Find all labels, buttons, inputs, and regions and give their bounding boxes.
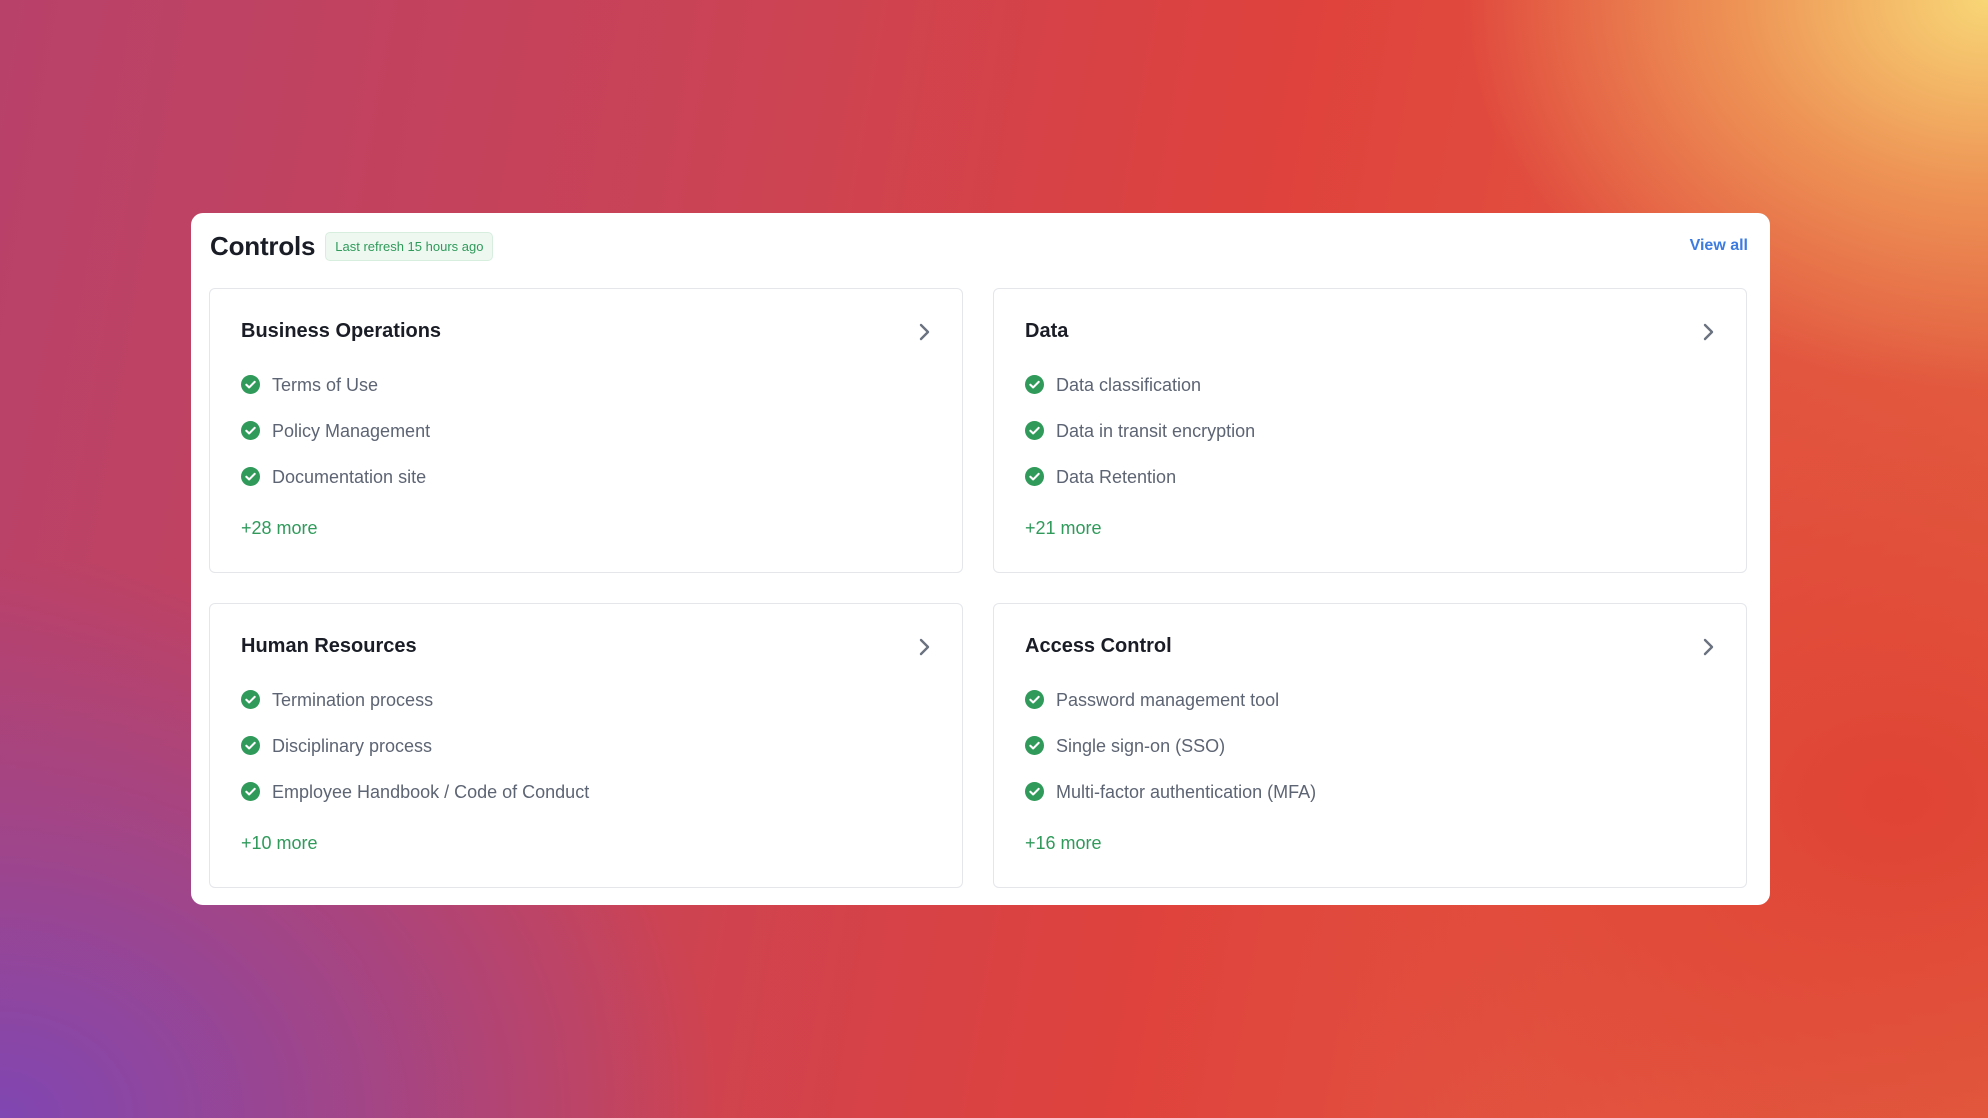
check-circle-icon <box>241 467 260 486</box>
check-circle-icon <box>1025 782 1044 801</box>
list-item-label: Data in transit encryption <box>1056 421 1256 441</box>
check-circle-icon <box>241 690 260 709</box>
list-item: Employee Handbook / Code of Conduct <box>241 781 589 827</box>
list-item-label: Single sign-on (SSO) <box>1056 736 1226 756</box>
list-item-label: Documentation site <box>272 467 427 487</box>
control-card-business-operations[interactable]: Business Operations Terms of Use Policy … <box>209 288 963 573</box>
list-item-label: Termination process <box>272 690 434 710</box>
more-link[interactable]: +16 more <box>1025 833 1102 854</box>
page-title: Controls <box>210 230 316 261</box>
controls-panel: Controls Last refresh 15 hours ago View … <box>191 213 1770 905</box>
more-link[interactable]: +10 more <box>241 833 318 854</box>
panel-header: Controls Last refresh 15 hours ago View … <box>210 226 1748 266</box>
check-circle-icon <box>241 736 260 755</box>
status-badge: Last refresh 15 hours ago <box>325 231 494 261</box>
check-circle-icon <box>241 421 260 440</box>
check-circle-icon <box>1025 690 1044 709</box>
list-item: Data classification <box>1025 374 1255 420</box>
list-item-label: Policy Management <box>272 421 431 441</box>
check-circle-icon <box>1025 467 1044 486</box>
control-list: Terms of Use Policy Management Documenta… <box>241 374 430 512</box>
list-item-label: Password management tool <box>1056 690 1280 710</box>
list-item: Password management tool <box>1025 689 1316 735</box>
control-list: Data classification Data in transit encr… <box>1025 374 1255 512</box>
chevron-right-icon[interactable] <box>916 638 932 656</box>
list-item-label: Data classification <box>1056 375 1202 395</box>
list-item: Single sign-on (SSO) <box>1025 735 1316 781</box>
list-item-label: Data Retention <box>1056 467 1177 487</box>
control-list: Password management tool Single sign-on … <box>1025 689 1316 827</box>
list-item: Termination process <box>241 689 589 735</box>
check-circle-icon <box>241 782 260 801</box>
list-item: Disciplinary process <box>241 735 589 781</box>
list-item: Multi-factor authentication (MFA) <box>1025 781 1316 827</box>
list-item: Policy Management <box>241 420 430 466</box>
control-list: Termination process Disciplinary process… <box>241 689 589 827</box>
chevron-right-icon[interactable] <box>1700 638 1716 656</box>
list-item-label: Disciplinary process <box>272 736 433 756</box>
check-circle-icon <box>1025 375 1044 394</box>
control-card-human-resources[interactable]: Human Resources Termination process Disc… <box>209 603 963 888</box>
list-item-label: Employee Handbook / Code of Conduct <box>272 782 590 802</box>
chevron-right-icon[interactable] <box>1700 323 1716 341</box>
list-item: Data Retention <box>1025 466 1255 512</box>
more-link[interactable]: +28 more <box>241 518 318 539</box>
card-title: Human Resources <box>241 635 417 657</box>
control-card-data[interactable]: Data Data classification Data in transit… <box>993 288 1747 573</box>
card-title: Access Control <box>1025 635 1172 657</box>
list-item: Terms of Use <box>241 374 430 420</box>
card-title: Data <box>1025 320 1069 342</box>
list-item: Documentation site <box>241 466 430 512</box>
check-circle-icon <box>1025 421 1044 440</box>
card-title: Business Operations <box>241 320 442 342</box>
check-circle-icon <box>241 375 260 394</box>
list-item-label: Terms of Use <box>272 375 379 395</box>
list-item: Data in transit encryption <box>1025 420 1255 466</box>
chevron-right-icon[interactable] <box>916 323 932 341</box>
check-circle-icon <box>1025 736 1044 755</box>
control-card-access-control[interactable]: Access Control Password management tool … <box>993 603 1747 888</box>
view-all-link[interactable]: View all <box>1690 237 1748 255</box>
more-link[interactable]: +21 more <box>1025 518 1102 539</box>
list-item-label: Multi-factor authentication (MFA) <box>1056 782 1317 802</box>
